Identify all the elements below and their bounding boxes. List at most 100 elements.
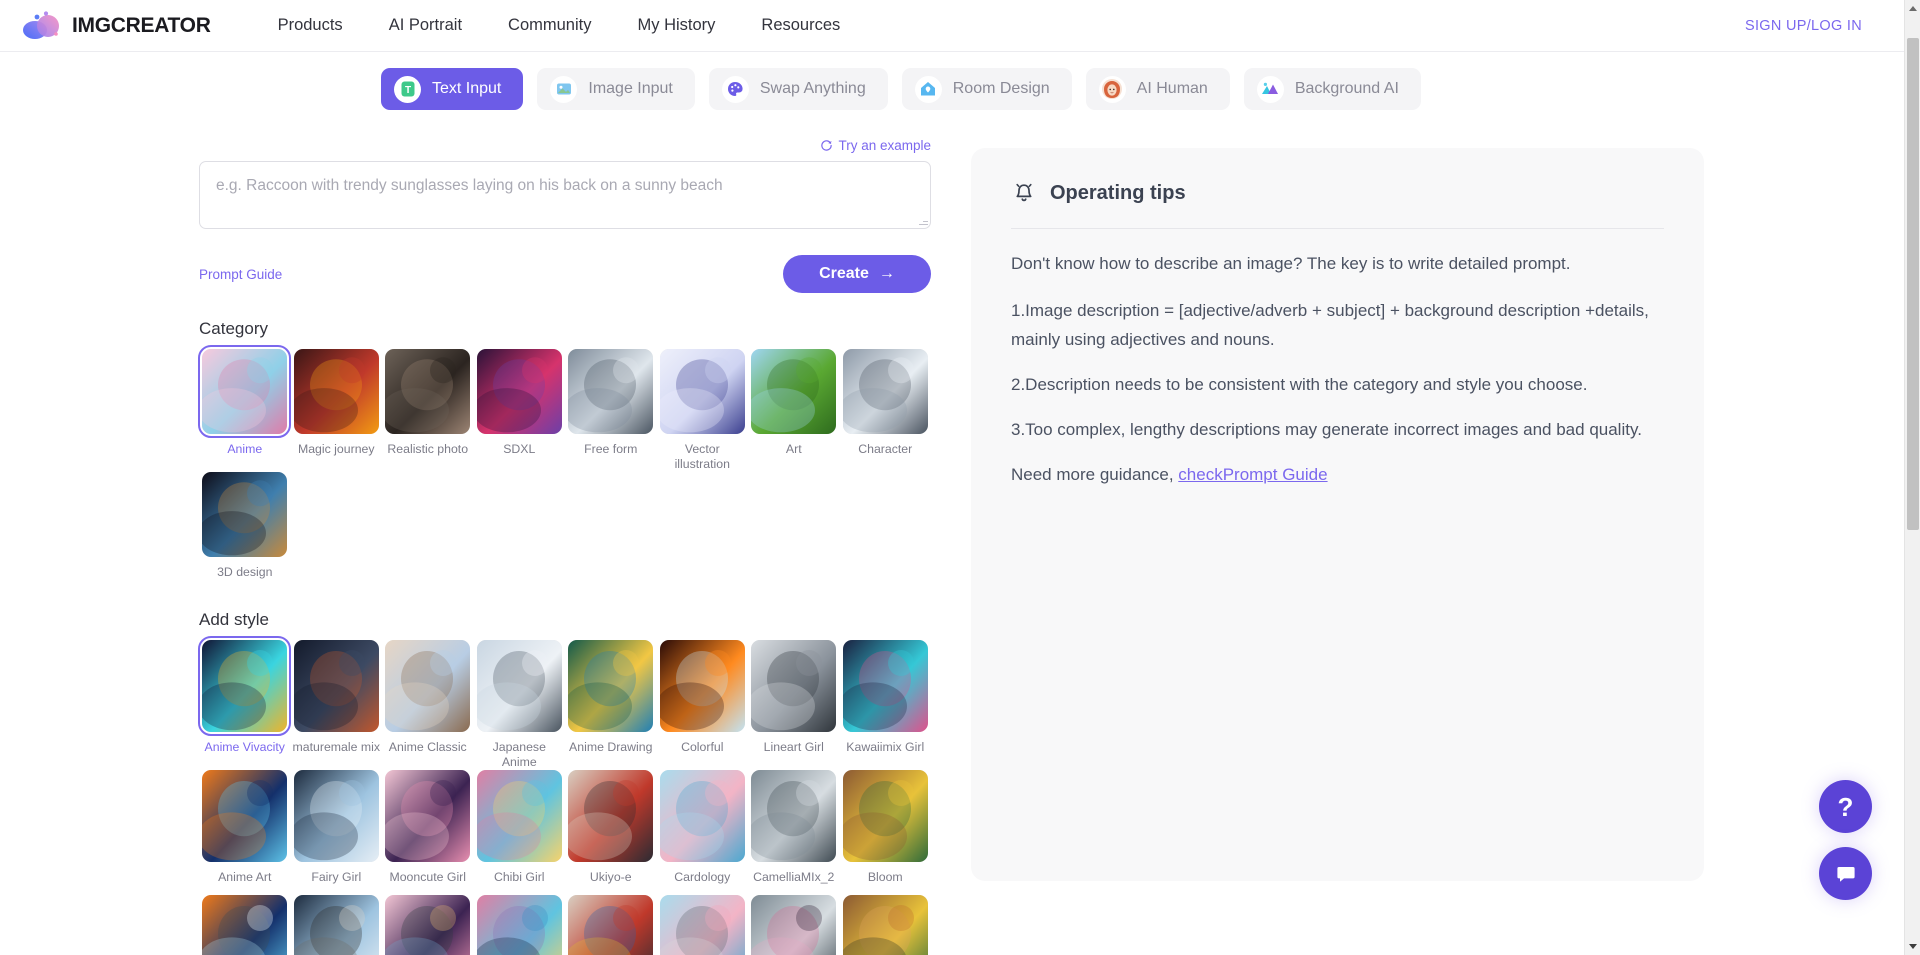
item-label: Vector illustration — [674, 442, 730, 471]
need-more-prefix: Need more guidance, — [1011, 465, 1179, 484]
nav-item-resources[interactable]: Resources — [738, 10, 863, 41]
svg-text:T: T — [404, 85, 410, 96]
main-nav: Products AI Portrait Community My Histor… — [255, 10, 864, 41]
scroll-up-arrow-icon[interactable] — [1905, 0, 1920, 17]
style-item[interactable]: Fairy Girl — [291, 770, 383, 885]
create-button[interactable]: Create → — [783, 255, 931, 293]
tab-text-input[interactable]: T Text Input — [381, 68, 524, 110]
category-item[interactable]: Realistic photo — [382, 349, 474, 472]
item-label: CamelliaMIx_2 — [753, 870, 835, 884]
swap-anything-icon — [721, 75, 749, 103]
style-item[interactable] — [748, 895, 840, 955]
style-item[interactable]: Colorful — [657, 640, 749, 770]
app-root: IMGCREATOR Products AI Portrait Communit… — [0, 0, 1920, 955]
nav-item-products[interactable]: Products — [255, 10, 366, 41]
tab-room-design[interactable]: Room Design — [901, 68, 1072, 110]
logo-blob-icon — [23, 10, 59, 39]
tab-label: Background AI — [1294, 80, 1399, 97]
operating-tips-panel: Operating tips Don't know how to describ… — [971, 148, 1704, 881]
bell-icon — [1016, 183, 1032, 202]
thumbnail-image — [659, 349, 745, 434]
style-item[interactable] — [474, 895, 566, 955]
item-label: Anime — [227, 442, 263, 456]
item-label: SDXL — [503, 442, 536, 456]
help-button[interactable]: ? — [1819, 780, 1872, 833]
item-label: Magic journey — [297, 442, 375, 456]
tab-label: Image Input — [588, 80, 673, 97]
divider — [1011, 228, 1664, 229]
thumbnail-image — [385, 640, 471, 732]
category-item[interactable]: Free form — [565, 349, 657, 472]
nav-item-my-history[interactable]: My History — [614, 10, 738, 41]
chat-button[interactable] — [1819, 847, 1872, 900]
item-label: maturemale mix — [292, 740, 380, 754]
thumbnail-image — [385, 770, 471, 862]
item-label: Lineart Girl — [763, 740, 824, 754]
check-prompt-guide-link[interactable]: checkPrompt Guide — [1178, 465, 1327, 484]
category-item[interactable]: Character — [840, 349, 932, 472]
item-label: Kawaiimix Girl — [846, 740, 925, 754]
category-item[interactable]: SDXL — [474, 349, 566, 472]
style-grid: Anime Vivacity maturemale mix Anime Classi… — [198, 636, 932, 885]
thumbnail-image — [751, 895, 837, 955]
style-item[interactable]: maturemale mix — [291, 640, 383, 770]
item-label: Art — [785, 442, 802, 456]
category-item[interactable]: Vector illustration — [657, 349, 749, 472]
category-item[interactable]: Anime — [198, 345, 292, 472]
scrollbar-thumb[interactable] — [1907, 38, 1919, 530]
style-item[interactable]: Chibi Girl — [474, 770, 566, 885]
tab-background-ai[interactable]: Background AI — [1243, 68, 1421, 110]
thumbnail-image — [842, 895, 928, 955]
thumbnail-image — [842, 349, 928, 434]
tab-swap-anything[interactable]: Swap Anything — [708, 68, 888, 110]
style-item[interactable] — [840, 895, 932, 955]
thumbnail-image — [751, 640, 837, 732]
category-item[interactable]: Magic journey — [291, 349, 383, 472]
style-item[interactable]: Cardology — [657, 770, 749, 885]
style-item[interactable] — [291, 895, 383, 955]
style-item[interactable]: Ukiyo-e — [565, 770, 657, 885]
scroll-down-arrow-icon[interactable] — [1905, 938, 1920, 955]
operating-tips-header: Operating tips — [1011, 180, 1664, 206]
sign-up-log-in-button[interactable]: SIGN UP/LOG IN — [1745, 18, 1862, 34]
item-label: Colorful — [681, 740, 724, 754]
category-grid: Anime Magic journey Realistic photo SDXL Fre… — [198, 345, 932, 580]
style-item[interactable]: Anime Vivacity — [198, 636, 292, 770]
style-item[interactable]: CamelliaMIx_2 — [748, 770, 840, 885]
style-item[interactable]: Bloom — [840, 770, 932, 885]
style-item[interactable] — [565, 895, 657, 955]
nav-item-community[interactable]: Community — [485, 10, 614, 41]
item-label: Realistic photo — [387, 442, 469, 456]
style-item[interactable] — [382, 895, 474, 955]
prompt-input[interactable]: e.g. Raccoon with trendy sunglasses layi… — [199, 161, 931, 229]
create-button-label: Create — [819, 265, 869, 282]
style-item[interactable] — [657, 895, 749, 955]
style-item[interactable]: Japanese Anime — [474, 640, 566, 770]
style-item[interactable]: Anime Art — [199, 770, 291, 885]
style-item[interactable] — [199, 895, 291, 955]
tab-image-input[interactable]: Image Input — [537, 68, 695, 110]
item-label: 3D design — [217, 565, 273, 579]
style-item[interactable]: Mooncute Girl — [382, 770, 474, 885]
thumbnail-image — [198, 345, 292, 438]
category-item[interactable]: Art — [748, 349, 840, 472]
nav-item-ai-portrait[interactable]: AI Portrait — [366, 10, 485, 41]
try-an-example-link[interactable]: Try an example — [838, 138, 931, 153]
style-item[interactable]: Anime Classic — [382, 640, 474, 770]
logo[interactable]: IMGCREATOR — [22, 10, 211, 42]
prompt-guide-link[interactable]: Prompt Guide — [199, 267, 282, 282]
category-item[interactable]: 3D design — [199, 472, 291, 580]
item-label: Anime Vivacity — [204, 740, 285, 754]
tips-point-3: 3.Too complex, lengthy descriptions may … — [1011, 420, 1642, 439]
style-item[interactable]: Anime Drawing — [565, 640, 657, 770]
item-label: Anime Classic — [388, 740, 467, 754]
thumbnail-image — [476, 349, 562, 434]
style-item[interactable]: Kawaiimix Girl — [840, 640, 932, 770]
tips-point-1: 1.Image description = [adjective/adverb … — [1011, 301, 1649, 349]
textarea-resize-handle[interactable] — [918, 216, 928, 226]
item-label: Fairy Girl — [311, 870, 362, 884]
page-scrollbar[interactable] — [1904, 0, 1920, 955]
style-item[interactable]: Lineart Girl — [748, 640, 840, 770]
background-ai-icon — [1256, 75, 1284, 103]
tab-ai-human[interactable]: AI Human — [1085, 68, 1230, 110]
